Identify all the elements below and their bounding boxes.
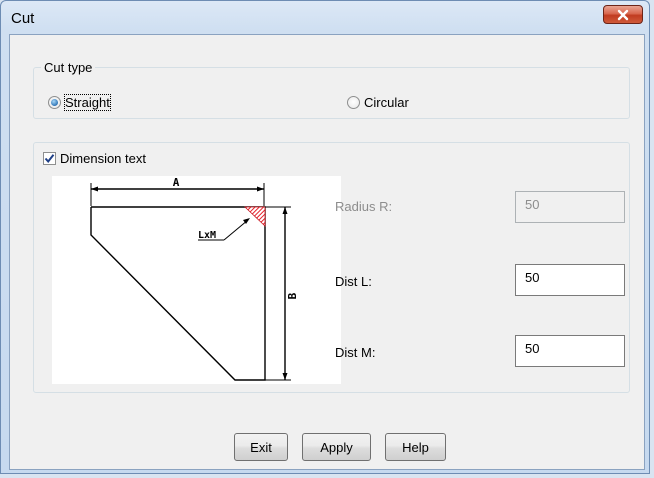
cut-dialog: Cut Cut type Straight Circular Dimension… bbox=[0, 0, 650, 474]
radio-straight-label[interactable]: Straight bbox=[64, 94, 111, 111]
cut-type-group: Cut type Straight Circular bbox=[33, 60, 630, 119]
dimension-text-check[interactable] bbox=[43, 152, 56, 165]
dialog-body: Cut type Straight Circular Dimension tex… bbox=[9, 34, 645, 470]
radio-straight[interactable]: Straight bbox=[48, 94, 111, 111]
radio-circular-label[interactable]: Circular bbox=[364, 95, 409, 110]
radio-circular[interactable]: Circular bbox=[347, 95, 409, 110]
dist-m-label: Dist M: bbox=[335, 345, 376, 360]
dist-m-input[interactable]: 50 bbox=[515, 335, 625, 367]
cut-diagram: A B LxM bbox=[52, 176, 341, 384]
exit-button[interactable]: Exit bbox=[234, 433, 288, 461]
radius-input[interactable]: 50 bbox=[515, 191, 625, 223]
cut-type-legend: Cut type bbox=[41, 60, 96, 75]
dimension-text-label[interactable]: Dimension text bbox=[60, 151, 146, 166]
lxm-label: LxM bbox=[198, 230, 216, 241]
radio-circular-button[interactable] bbox=[347, 96, 360, 109]
radio-straight-button[interactable] bbox=[48, 96, 61, 109]
help-button[interactable]: Help bbox=[385, 433, 446, 461]
apply-button[interactable]: Apply bbox=[302, 433, 371, 461]
dist-l-label: Dist L: bbox=[335, 274, 372, 289]
window-title: Cut bbox=[11, 10, 35, 27]
cut-diagram-drawing: A B LxM bbox=[90, 176, 299, 381]
close-button[interactable] bbox=[603, 5, 643, 24]
dist-l-input[interactable]: 50 bbox=[515, 264, 625, 296]
dimension-a-label: A bbox=[173, 176, 180, 189]
dimension-text-checkbox[interactable]: Dimension text bbox=[43, 151, 146, 166]
title-bar[interactable]: Cut bbox=[1, 1, 649, 35]
radius-label: Radius R: bbox=[335, 199, 393, 214]
close-icon bbox=[617, 9, 629, 20]
checkmark-icon bbox=[44, 154, 55, 164]
dimension-b-label: B bbox=[286, 292, 299, 299]
